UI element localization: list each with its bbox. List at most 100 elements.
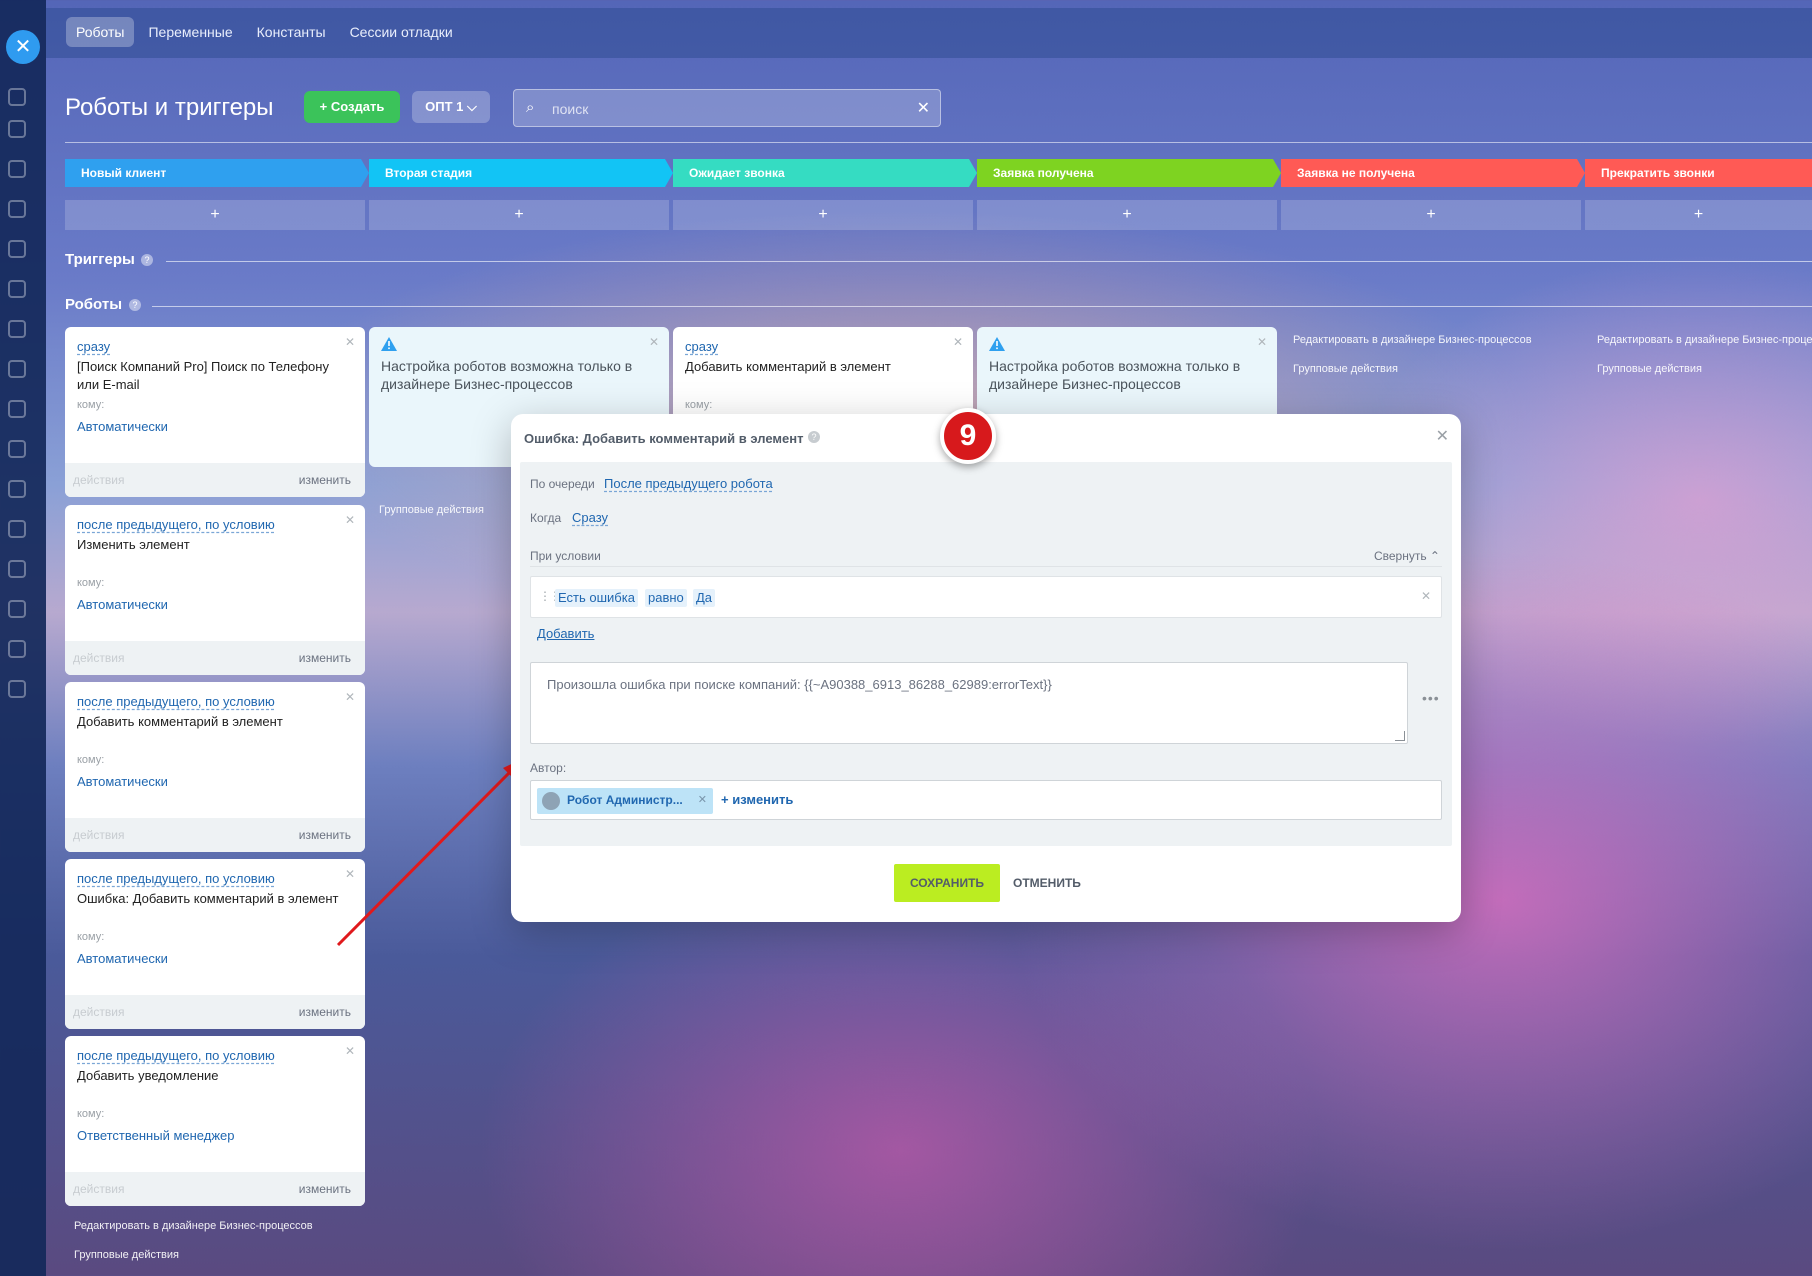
stage-second[interactable]: Вторая стадия	[369, 159, 673, 187]
robot-card[interactable]: сразу ✕ Добавить комментарий в элемент к…	[673, 327, 973, 427]
more-icon[interactable]: •••	[1422, 690, 1440, 706]
help-icon[interactable]: ?	[808, 431, 820, 443]
help-icon[interactable]: ?	[141, 254, 153, 266]
condition-operator[interactable]: равно	[645, 589, 687, 607]
when-value-link[interactable]: Сразу	[572, 510, 608, 525]
robot-when-link[interactable]: сразу	[685, 339, 718, 354]
robot-actions-link[interactable]: действия	[73, 828, 124, 842]
tab-constants[interactable]: Константы	[247, 17, 336, 47]
robot-edit-link[interactable]: изменить	[299, 651, 351, 665]
tab-robots[interactable]: Роботы	[66, 17, 135, 47]
edit-in-designer-link[interactable]: Редактировать в дизайнере Бизнес-процесс…	[1597, 334, 1812, 346]
close-icon[interactable]: ✕	[1421, 589, 1431, 603]
close-icon[interactable]: ✕	[345, 513, 355, 527]
close-icon[interactable]: ✕	[345, 867, 355, 881]
close-icon[interactable]: ✕	[953, 335, 963, 349]
add-trigger-button[interactable]: +	[1281, 200, 1581, 230]
robot-actions-link[interactable]: действия	[73, 651, 124, 665]
automation-icon[interactable]	[8, 560, 26, 578]
change-author-link[interactable]: + изменить	[721, 792, 793, 807]
stage-waiting-call[interactable]: Ожидает звонка	[673, 159, 977, 187]
calendar-icon[interactable]	[8, 240, 26, 258]
close-icon[interactable]: ✕	[917, 98, 930, 118]
close-icon[interactable]: ✕	[345, 1044, 355, 1058]
collapse-button[interactable]: Свернуть ⌃	[1374, 549, 1440, 563]
group-actions-link[interactable]: Групповые действия	[379, 504, 484, 516]
create-button[interactable]: + Создать	[304, 91, 400, 123]
chat-icon[interactable]	[8, 88, 26, 106]
mail-icon[interactable]	[8, 320, 26, 338]
close-icon[interactable]: ✕	[345, 335, 355, 349]
tasks-icon[interactable]	[8, 160, 26, 178]
resize-handle-icon[interactable]	[1395, 731, 1405, 741]
close-slider-button[interactable]: ✕	[6, 30, 40, 64]
close-icon[interactable]: ✕	[1436, 426, 1449, 446]
add-trigger-button[interactable]: +	[977, 200, 1277, 230]
edit-in-designer-link[interactable]: Редактировать в дизайнере Бизнес-процесс…	[1293, 334, 1532, 346]
robot-when-link[interactable]: после предыдущего, по условию	[77, 517, 275, 532]
add-trigger-button[interactable]: +	[65, 200, 365, 230]
stage-stop-calls[interactable]: Прекратить звонки	[1585, 159, 1812, 187]
close-icon[interactable]: ✕	[649, 335, 659, 349]
group-actions-link[interactable]: Групповые действия	[1597, 363, 1702, 375]
robot-card[interactable]: после предыдущего, по условию ✕ Ошибка: …	[65, 859, 365, 1029]
condition-row[interactable]: ⋮⋮ Есть ошибка равно Да ✕	[530, 576, 1442, 618]
help-icon[interactable]: ?	[129, 299, 141, 311]
stage-request-not-received[interactable]: Заявка не получена	[1281, 159, 1585, 187]
robot-to-label: кому:	[685, 399, 713, 411]
tab-variables[interactable]: Переменные	[138, 17, 242, 47]
search-input[interactable]	[552, 98, 892, 120]
marketing-icon[interactable]	[8, 520, 26, 538]
group-actions-link[interactable]: Групповые действия	[74, 1249, 179, 1261]
analytics-icon[interactable]	[8, 600, 26, 618]
robot-card[interactable]: после предыдущего, по условию ✕ Добавить…	[65, 682, 365, 852]
cancel-button[interactable]: ОТМЕНИТЬ	[1013, 864, 1081, 902]
close-icon[interactable]: ✕	[345, 690, 355, 704]
robot-edit-link[interactable]: изменить	[299, 473, 351, 487]
comment-textarea[interactable]: Произошла ошибка при поиске компаний: {{…	[530, 662, 1408, 744]
add-condition-link[interactable]: Добавить	[537, 626, 594, 641]
close-icon[interactable]: ✕	[698, 793, 707, 806]
robot-actions-link[interactable]: действия	[73, 473, 124, 487]
apps-icon[interactable]	[8, 640, 26, 658]
edit-in-designer-link[interactable]: Редактировать в дизайнере Бизнес-процесс…	[74, 1220, 313, 1232]
stage-request-received[interactable]: Заявка получена	[977, 159, 1281, 187]
contacts-icon[interactable]	[8, 360, 26, 378]
stage-new-client[interactable]: Новый клиент	[65, 159, 369, 187]
condition-value[interactable]: Да	[693, 589, 716, 607]
close-icon[interactable]: ✕	[1257, 335, 1267, 349]
robot-when-link[interactable]: после предыдущего, по условию	[77, 1048, 275, 1063]
tab-debug-sessions[interactable]: Сессии отладки	[340, 17, 463, 47]
author-field[interactable]: Робот Администр... ✕ + изменить	[530, 780, 1442, 820]
robot-to-label: кому:	[77, 577, 105, 589]
shop-icon[interactable]	[8, 480, 26, 498]
add-trigger-button[interactable]: +	[1585, 200, 1812, 230]
add-trigger-button[interactable]: +	[673, 200, 973, 230]
search-box[interactable]: ⌕ ✕	[513, 89, 941, 127]
order-value-link[interactable]: После предыдущего робота	[604, 476, 773, 491]
settings-icon[interactable]	[8, 680, 26, 698]
robot-when-link[interactable]: сразу	[77, 339, 110, 354]
robot-when-link[interactable]: после предыдущего, по условию	[77, 694, 275, 709]
robot-card[interactable]: после предыдущего, по условию ✕ Изменить…	[65, 505, 365, 675]
robot-actions-link[interactable]: действия	[73, 1005, 124, 1019]
save-button[interactable]: СОХРАНИТЬ	[894, 864, 1000, 902]
robot-edit-link[interactable]: изменить	[299, 1182, 351, 1196]
warning-icon	[381, 337, 397, 351]
robot-edit-link[interactable]: изменить	[299, 828, 351, 842]
add-trigger-button[interactable]: +	[369, 200, 669, 230]
sites-icon[interactable]	[8, 440, 26, 458]
opt-dropdown[interactable]: ОПТ 1 ⌵	[412, 91, 490, 123]
robot-when-link[interactable]: после предыдущего, по условию	[77, 871, 275, 886]
dialog-title: Ошибка: Добавить комментарий в элемент	[524, 431, 804, 446]
robot-card[interactable]: после предыдущего, по условию ✕ Добавить…	[65, 1036, 365, 1206]
feed-icon[interactable]	[8, 120, 26, 138]
groups-icon[interactable]	[8, 400, 26, 418]
condition-field[interactable]: Есть ошибка	[555, 589, 638, 607]
robot-edit-link[interactable]: изменить	[299, 1005, 351, 1019]
robot-card[interactable]: сразу ✕ [Поиск Компаний Pro] Поиск по Те…	[65, 327, 365, 497]
robot-actions-link[interactable]: действия	[73, 1182, 124, 1196]
drive-icon[interactable]	[8, 280, 26, 298]
group-actions-link[interactable]: Групповые действия	[1293, 363, 1398, 375]
crm-icon[interactable]	[8, 200, 26, 218]
